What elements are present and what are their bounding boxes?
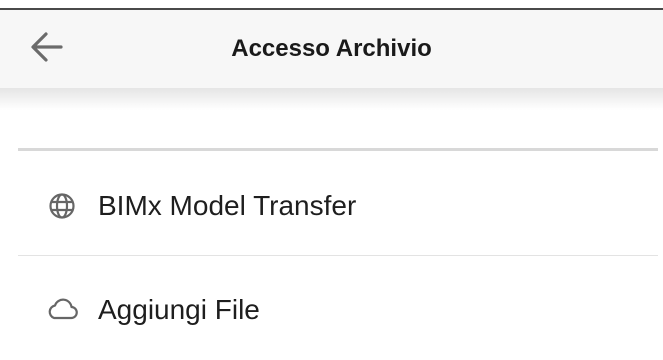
- arrow-left-icon: [31, 32, 63, 62]
- app-bar: [0, 10, 663, 88]
- app-bar-shadow: [0, 88, 663, 110]
- list-item-label: Aggiungi File: [98, 294, 260, 325]
- list-item-label: BIMx Model Transfer: [98, 190, 357, 221]
- cloud-icon: [44, 292, 80, 328]
- globe-icon: [44, 188, 80, 224]
- back-button[interactable]: [22, 22, 72, 72]
- list-divider: [18, 255, 658, 256]
- list-item-aggiungi-file[interactable]: Aggiungi File: [18, 260, 658, 360]
- section-divider: [18, 148, 658, 151]
- list-item-bimx-model-transfer[interactable]: BIMx Model Transfer: [18, 156, 658, 256]
